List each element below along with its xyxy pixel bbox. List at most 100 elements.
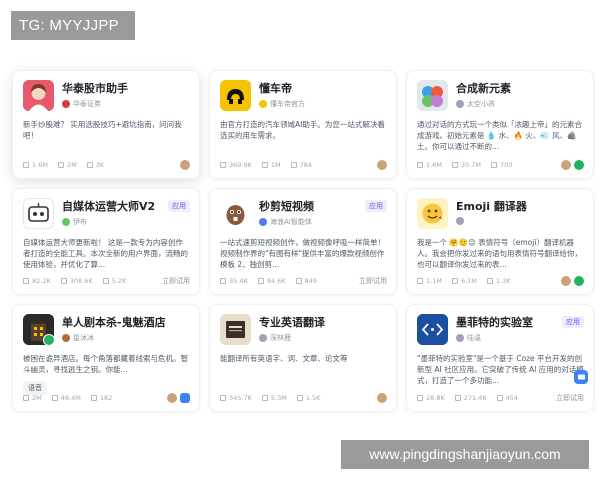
author-avatar — [62, 334, 70, 342]
chat-icon — [257, 278, 264, 284]
stat-users: 1.6M — [32, 161, 48, 169]
users-icon — [220, 395, 226, 401]
try-now-link[interactable]: 立即试用 — [162, 276, 190, 286]
chat-bubble-icon[interactable] — [574, 370, 588, 384]
stat-copies: 3K — [95, 161, 105, 169]
card-description: 由官方打造的汽车领域AI助手。为您一站式解决看选买的用车需求。 — [220, 120, 385, 140]
wechat-icon — [574, 276, 584, 286]
stat-chats: 1M — [270, 161, 281, 169]
chat-icon — [261, 162, 268, 168]
bot-card-quick-cut[interactable]: 秒剪短视频 应用 海浪AI智能体 一站式速剪短视频创作，做视频像呼吸一样简单！视频… — [209, 188, 397, 295]
card-description: "墨菲特的实验室"是一个基于 Coze 平台开发的创新型 AI 社区应用。它突破… — [417, 354, 584, 385]
card-author: 懂车帝官方 — [270, 100, 305, 108]
stat-users: 28.8K — [426, 394, 445, 402]
stat-copies: 784 — [299, 161, 313, 169]
stat-copies: 703 — [500, 161, 513, 169]
stat-copies: 5.2K — [111, 277, 127, 285]
users-icon — [23, 395, 29, 401]
stat-chats: 308.6K — [69, 277, 93, 285]
bot-card-huatai[interactable]: 华泰股市助手 华泰证券 新手炒股难？ 实用选股技巧+避坑指南，问问我吧！ 1.6… — [12, 70, 200, 179]
card-title: 华泰股市助手 — [62, 82, 128, 95]
elements-icon — [417, 80, 448, 111]
card-title: 秒剪短视频 — [259, 200, 314, 213]
stat-chats: 48.4M — [60, 394, 81, 402]
chat-icon — [451, 278, 458, 284]
bot-card-dongchedi[interactable]: 懂车帝 懂车帝官方 由官方打造的汽车领域AI助手。为您一站式解决看选买的用车需求… — [209, 70, 397, 179]
card-author: 深林鹿 — [270, 334, 291, 342]
stat-users: 345.7K — [229, 394, 252, 402]
emoji-face-icon — [417, 198, 448, 229]
users-icon — [23, 278, 29, 284]
card-author: 星沐冰 — [73, 334, 94, 342]
app-tag: 应用 — [168, 200, 190, 212]
users-icon — [417, 162, 423, 168]
app-tag: 应用 — [562, 316, 584, 328]
card-description: 被困在诡异酒店。每个角落都藏着线索与危机。智斗幽灵，寻找逃生之钥。你能... — [23, 354, 188, 374]
copy-icon — [102, 278, 109, 284]
card-title: 自媒体运营大师V2 — [62, 200, 156, 213]
wechat-icon — [574, 160, 584, 170]
chat-icon — [60, 278, 67, 284]
try-now-link[interactable]: 立即试用 — [359, 276, 387, 286]
card-author: 伊布 — [73, 218, 87, 226]
bot-card-emoji-translator[interactable]: Emoji 翻译器 我是一个 🤗🙂😊 表情符号（emoji）翻译机器人。我会把你… — [406, 188, 594, 295]
copy-icon — [486, 278, 493, 284]
phone-icon — [43, 334, 54, 345]
stat-users: 2M — [32, 394, 42, 402]
bot-card-ghost-hotel[interactable]: 单人剧本杀-鬼魅酒店 星沐冰 被困在诡异酒店。每个角落都藏着线索与危机。智斗幽灵… — [12, 304, 200, 412]
copy-icon — [491, 162, 498, 168]
users-icon — [417, 278, 423, 284]
watermark-bottom: www.pingdingshanjiaoyun.com — [341, 440, 589, 469]
card-author: 华泰证券 — [73, 100, 101, 108]
author-avatar — [62, 100, 70, 108]
bot-card-media-master[interactable]: 自媒体运营大师V2 应用 伊布 自媒体运营大师更新啦！ 这是一款专为内容创作者打造… — [12, 188, 200, 295]
stat-chats: 271.4K — [463, 394, 487, 402]
feishu-icon — [180, 393, 190, 403]
author-avatar — [259, 334, 267, 342]
platform-avatar — [167, 393, 177, 403]
code-brackets-icon — [417, 314, 448, 345]
platform-avatar — [561, 160, 571, 170]
stat-copies: 182 — [99, 394, 113, 402]
card-title: 合成新元素 — [456, 82, 511, 95]
author-avatar — [456, 100, 464, 108]
copy-icon — [86, 162, 93, 168]
stat-chats: 94.6K — [266, 277, 286, 285]
platform-avatar — [561, 276, 571, 286]
copy-icon — [295, 278, 302, 284]
woman-portrait-icon — [23, 80, 54, 111]
card-description: 能翻译所有英语字、词、文章、论文等 — [220, 354, 348, 363]
stat-users: 1.1M — [426, 277, 442, 285]
beaver-icon — [220, 198, 251, 229]
card-author: 陆温 — [467, 334, 481, 342]
bot-card-elements[interactable]: 合成新元素 太空小孩 通过对话的方式玩一个类似「浓趣上帝」的元素合成游戏。初始元… — [406, 70, 594, 179]
card-title: Emoji 翻译器 — [456, 200, 527, 213]
author-avatar — [456, 217, 464, 225]
platform-avatar — [377, 393, 387, 403]
chat-icon — [451, 162, 458, 168]
card-author: 海浪AI智能体 — [270, 218, 312, 226]
platform-avatar — [377, 160, 387, 170]
chat-icon — [261, 395, 268, 401]
stat-chats: 35.7M — [460, 161, 482, 169]
card-title: 单人剧本杀-鬼魅酒店 — [62, 316, 166, 329]
bot-card-murphy-lab[interactable]: 墨菲特的实验室 应用 陆温 "墨菲特的实验室"是一个基于 Coze 平台开发的创新… — [406, 304, 594, 412]
card-title: 墨菲特的实验室 — [456, 316, 533, 329]
stat-copies: 849 — [304, 277, 317, 285]
card-description: 一站式速剪短视频创作，做视频像呼吸一样简单！视频制作界的"有图有样"提供丰富的爆… — [220, 238, 385, 269]
media-robot-icon — [23, 198, 54, 229]
try-now-link[interactable]: 立即试用 — [556, 393, 584, 403]
card-author: 太空小孩 — [467, 100, 495, 108]
car-logo-icon — [220, 80, 251, 111]
stat-users: 369.9K — [229, 161, 252, 169]
book-cover-icon — [220, 314, 251, 345]
bot-card-english-translation[interactable]: 专业英语翻译 深林鹿 能翻译所有英语字、词、文章、论文等 345.7K 5.3M… — [209, 304, 397, 412]
card-description: 新手炒股难？ 实用选股技巧+避坑指南，问问我吧！ — [23, 120, 182, 140]
stat-users: 1.6M — [426, 161, 442, 169]
stat-chats: 6.1M — [460, 277, 477, 285]
copy-icon — [496, 395, 503, 401]
users-icon — [417, 395, 423, 401]
ghost-hotel-icon — [23, 314, 54, 345]
app-tag: 应用 — [365, 200, 387, 212]
bot-card-grid: 华泰股市助手 华泰证券 新手炒股难？ 实用选股技巧+避坑指南，问问我吧！ 1.6… — [8, 66, 596, 426]
